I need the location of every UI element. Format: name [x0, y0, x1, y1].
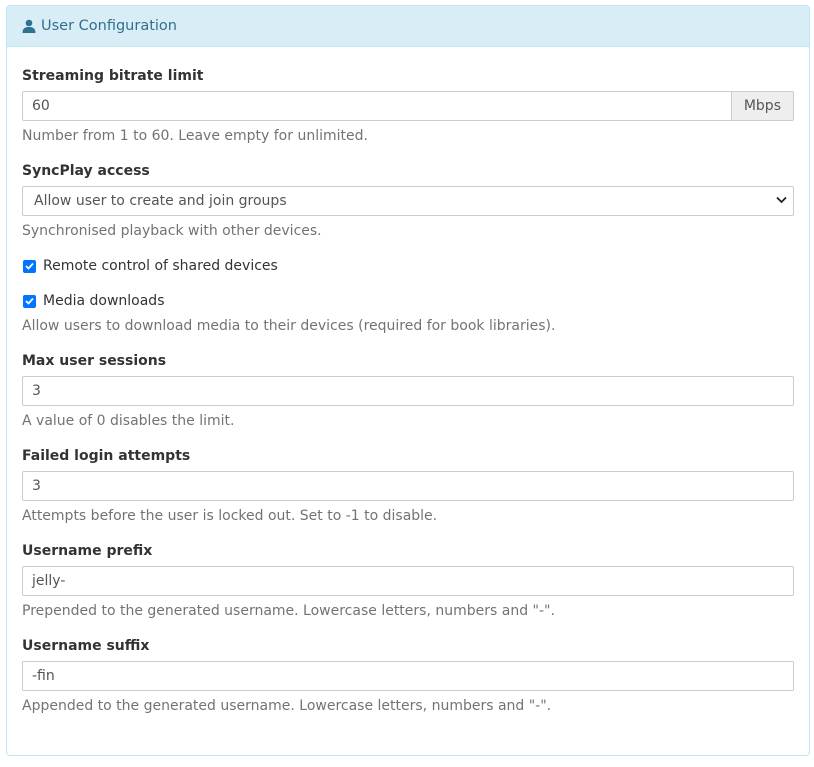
username-prefix-group: Username prefix jelly- Prepended to the … — [22, 541, 794, 621]
user-configuration-panel: User Configuration Streaming bitrate lim… — [6, 5, 810, 756]
syncplay-select[interactable]: Allow user to create and join groups — [22, 186, 794, 216]
max-sessions-input[interactable]: 3 — [22, 376, 794, 406]
panel-heading: User Configuration — [7, 6, 809, 47]
syncplay-label: SyncPlay access — [22, 163, 150, 179]
syncplay-help: Synchronised playback with other devices… — [22, 223, 322, 239]
failed-logins-label: Failed login attempts — [22, 448, 191, 464]
username-suffix-input[interactable]: -fin — [22, 661, 794, 691]
checkmark-icon — [25, 297, 34, 305]
syncplay-selected-value: Allow user to create and join groups — [34, 193, 287, 209]
bitrate-group: Streaming bitrate limit 60 Mbps Number f… — [22, 66, 794, 146]
panel-title: User Configuration — [41, 18, 177, 34]
media-downloads-label: Media downloads — [43, 293, 165, 309]
failed-logins-help: Attempts before the user is locked out. … — [22, 508, 438, 524]
username-suffix-help: Appended to the generated username. Lowe… — [22, 698, 552, 714]
username-prefix-input[interactable]: jelly- — [22, 566, 794, 596]
checkmark-icon — [25, 262, 34, 270]
failed-logins-input[interactable]: 3 — [22, 471, 794, 501]
max-sessions-label: Max user sessions — [22, 353, 167, 369]
user-icon — [22, 19, 36, 33]
remote-control-checkbox[interactable] — [23, 259, 36, 273]
failed-logins-group: Failed login attempts 3 Attempts before … — [22, 446, 794, 526]
bitrate-input[interactable]: 60 — [22, 91, 732, 121]
bitrate-label: Streaming bitrate limit — [22, 68, 204, 84]
bitrate-input-group: 60 Mbps — [22, 91, 794, 121]
panel-body: Streaming bitrate limit 60 Mbps Number f… — [7, 47, 809, 716]
media-downloads-checkbox-row[interactable]: Media downloads — [22, 291, 794, 311]
syncplay-group: SyncPlay access Allow user to create and… — [22, 161, 794, 241]
max-sessions-group: Max user sessions 3 A value of 0 disable… — [22, 351, 794, 431]
username-prefix-help: Prepended to the generated username. Low… — [22, 603, 555, 619]
media-downloads-help: Allow users to download media to their d… — [22, 318, 556, 334]
bitrate-help: Number from 1 to 60. Leave empty for unl… — [22, 128, 368, 144]
remote-control-checkbox-row[interactable]: Remote control of shared devices — [22, 256, 794, 276]
username-suffix-group: Username suffix -fin Appended to the gen… — [22, 636, 794, 716]
bitrate-unit-addon: Mbps — [731, 91, 794, 121]
username-prefix-label: Username prefix — [22, 543, 153, 559]
username-suffix-label: Username suffix — [22, 638, 150, 654]
remote-control-label: Remote control of shared devices — [43, 258, 278, 274]
max-sessions-help: A value of 0 disables the limit. — [22, 413, 235, 429]
media-downloads-checkbox[interactable] — [23, 294, 36, 308]
media-downloads-group: Media downloads Allow users to download … — [22, 291, 794, 336]
chevron-down-icon — [776, 196, 787, 204]
